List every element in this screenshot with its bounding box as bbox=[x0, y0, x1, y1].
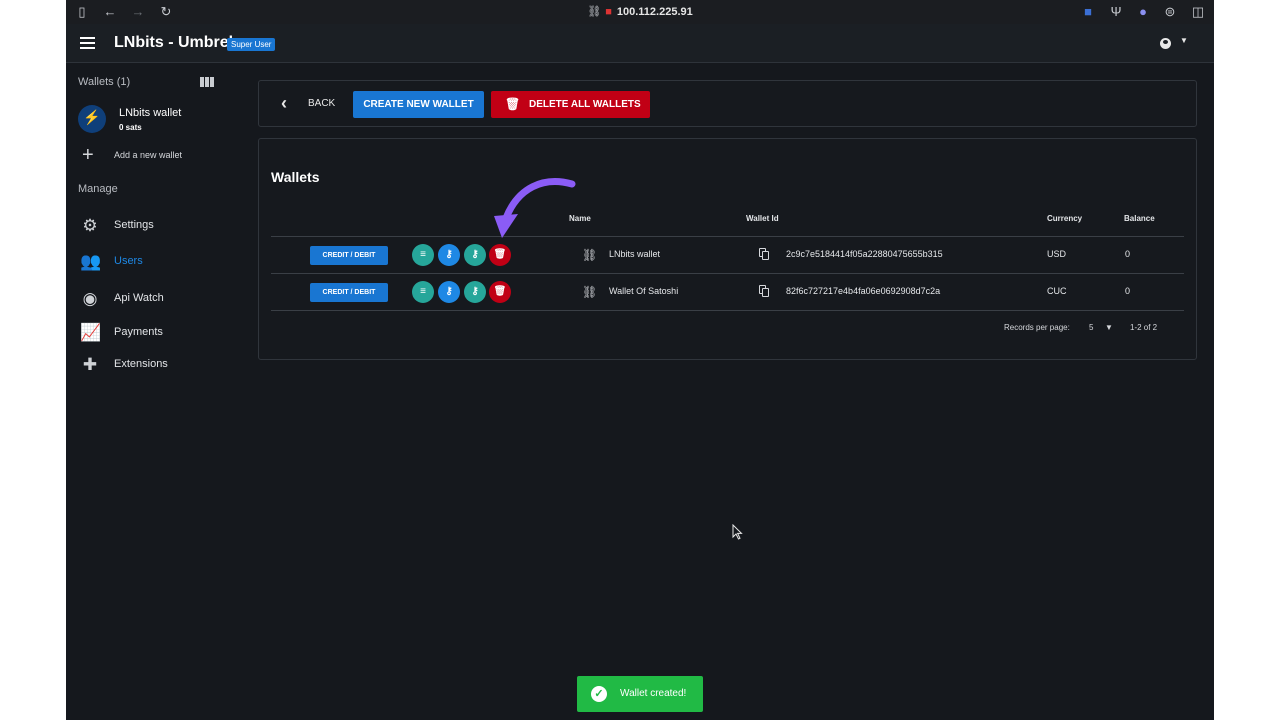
column-header-wallet-id[interactable]: Wallet Id bbox=[746, 214, 779, 223]
balance-cell: 0 bbox=[1125, 286, 1131, 296]
chevron-left-icon: ‹ bbox=[281, 93, 287, 113]
sidebar: Wallets (1) LNbits wallet 0 sats + Add a… bbox=[66, 63, 242, 720]
link-icon: ⛓ bbox=[587, 6, 602, 18]
menu-icon[interactable] bbox=[80, 37, 95, 49]
sidebar-item-label: Settings bbox=[114, 219, 154, 231]
link-icon[interactable]: ⛓ bbox=[582, 248, 597, 262]
browser-toolbar: ▯ ← → ↻ ⛓ ■ 100.112.225.91 ■ Ψ ● ⊜ ◫ bbox=[66, 0, 1214, 24]
pagination-label: Records per page: bbox=[1004, 323, 1070, 332]
toolbar-card: ‹ BACK CREATE NEW WALLET 🗑 DELETE ALL WA… bbox=[258, 80, 1197, 127]
details-icon[interactable]: ≡ bbox=[412, 244, 434, 266]
copy-icon[interactable] bbox=[759, 248, 769, 260]
wallets-heading: Wallets bbox=[271, 169, 320, 185]
caret-down-icon[interactable]: ▼ bbox=[1105, 323, 1113, 332]
extension-icon[interactable]: ■ bbox=[1080, 4, 1096, 20]
link-icon[interactable]: ⛓ bbox=[582, 285, 597, 299]
extension-icon[interactable]: Ψ bbox=[1108, 4, 1124, 20]
account-icon bbox=[1160, 38, 1171, 49]
lock-icon: ■ bbox=[605, 6, 612, 18]
extension-icon[interactable]: ● bbox=[1135, 4, 1151, 20]
table-row: CREDIT / DEBIT ≡ ⚷ ⚷ 🗑 ⛓ Wallet Of Satos… bbox=[259, 274, 1198, 310]
app-header: LNbits - Umbrel Super User ▼ bbox=[66, 24, 1214, 63]
manage-title: Manage bbox=[78, 183, 118, 195]
address-bar[interactable]: ⛓ ■ 100.112.225.91 bbox=[66, 5, 1214, 18]
wallet-avatar-icon[interactable] bbox=[78, 105, 106, 133]
app-frame: ▯ ← → ↻ ⛓ ■ 100.112.225.91 ■ Ψ ● ⊜ ◫ LNbit… bbox=[66, 0, 1214, 720]
wallet-id-cell: 82f6c727217e4b4fa06e0692908d7c2a bbox=[786, 286, 941, 296]
column-header-currency[interactable]: Currency bbox=[1047, 214, 1082, 223]
url-text: 100.112.225.91 bbox=[616, 6, 693, 18]
columns-icon[interactable] bbox=[200, 77, 214, 87]
sidebar-item-extensions[interactable]: ✚ Extensions bbox=[66, 351, 242, 379]
key-icon[interactable]: ⚷ bbox=[438, 244, 460, 266]
pagination-range: 1-2 of 2 bbox=[1130, 323, 1158, 332]
column-header-balance[interactable]: Balance bbox=[1124, 214, 1155, 223]
back-button[interactable]: ‹ BACK bbox=[269, 91, 347, 118]
currency-cell: CUC bbox=[1047, 286, 1067, 296]
wallet-name-cell: Wallet Of Satoshi bbox=[609, 286, 679, 296]
details-icon[interactable]: ≡ bbox=[412, 281, 434, 303]
sidebar-item-label: Api Watch bbox=[114, 292, 164, 304]
balance-cell: 0 bbox=[1125, 249, 1131, 259]
trash-icon: 🗑 bbox=[505, 97, 521, 111]
toast-notification: ✓ Wallet created! bbox=[577, 676, 703, 712]
add-wallet-link[interactable]: Add a new wallet bbox=[114, 150, 182, 160]
wallets-title: Wallets (1) bbox=[78, 76, 131, 88]
users-icon: 👥 bbox=[80, 252, 102, 271]
gear-icon: ⚙ bbox=[82, 216, 98, 235]
toast-message: Wallet created! bbox=[620, 688, 687, 699]
key-icon[interactable]: ⚷ bbox=[438, 281, 460, 303]
payments-chart-icon: 📈 bbox=[80, 323, 102, 342]
sidebar-wallet-name[interactable]: LNbits wallet bbox=[119, 107, 181, 119]
wallet-name-cell: LNbits wallet bbox=[609, 249, 661, 259]
delete-wallet-icon[interactable]: 🗑 bbox=[489, 281, 511, 303]
key-icon[interactable]: ⚷ bbox=[464, 244, 486, 266]
extension-icon[interactable]: ⊜ bbox=[1162, 4, 1178, 20]
delete-wallet-icon[interactable]: 🗑 bbox=[489, 244, 511, 266]
account-button[interactable]: ▼ bbox=[1160, 36, 1190, 52]
sidebar-item-payments[interactable]: 📈 Payments bbox=[66, 319, 242, 347]
table-row: CREDIT / DEBIT ≡ ⚷ ⚷ 🗑 ⛓ LNbits wallet 2… bbox=[259, 237, 1198, 273]
back-label: BACK bbox=[308, 98, 336, 109]
mouse-cursor-icon bbox=[732, 524, 743, 540]
api-watch-icon: ◉ bbox=[82, 289, 98, 308]
divider bbox=[271, 310, 1184, 311]
sidebar-item-label: Extensions bbox=[114, 358, 168, 370]
key-icon[interactable]: ⚷ bbox=[464, 281, 486, 303]
split-view-icon[interactable]: ◫ bbox=[1190, 4, 1206, 20]
sidebar-item-label: Users bbox=[114, 255, 143, 267]
create-new-wallet-button[interactable]: CREATE NEW WALLET bbox=[353, 91, 484, 118]
sidebar-item-settings[interactable]: ⚙ Settings bbox=[66, 212, 242, 240]
wallet-id-cell: 2c9c7e5184414f05a22880475655b315 bbox=[786, 249, 943, 259]
currency-cell: USD bbox=[1047, 249, 1067, 259]
credit-debit-button[interactable]: CREDIT / DEBIT bbox=[310, 283, 388, 302]
sidebar-item-label: Payments bbox=[114, 326, 163, 338]
records-per-page-select[interactable]: 5 bbox=[1089, 323, 1093, 332]
caret-down-icon: ▼ bbox=[1180, 36, 1188, 45]
app-title: LNbits - Umbrel bbox=[114, 34, 234, 51]
copy-icon[interactable] bbox=[759, 285, 769, 297]
sidebar-item-api-watch[interactable]: ◉ Api Watch bbox=[66, 285, 242, 313]
annotation-arrow-icon bbox=[494, 178, 576, 238]
delete-all-wallets-button[interactable]: 🗑 DELETE ALL WALLETS bbox=[491, 91, 650, 118]
sidebar-item-users[interactable]: 👥 Users bbox=[66, 248, 242, 276]
plus-icon[interactable]: + bbox=[82, 145, 94, 165]
delete-all-label: DELETE ALL WALLETS bbox=[529, 99, 641, 110]
super-user-badge: Super User bbox=[227, 38, 276, 51]
credit-debit-button[interactable]: CREDIT / DEBIT bbox=[310, 246, 388, 265]
puzzle-icon: ✚ bbox=[82, 355, 98, 374]
wallets-card: Wallets Name Wallet Id Currency Balance … bbox=[258, 138, 1197, 360]
check-circle-icon: ✓ bbox=[591, 686, 607, 702]
sidebar-wallet-balance: 0 sats bbox=[119, 123, 142, 132]
